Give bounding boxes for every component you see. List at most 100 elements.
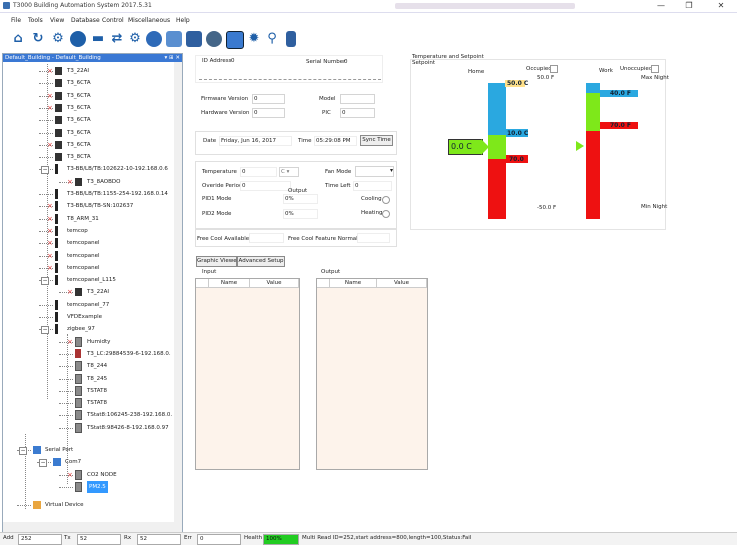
phone-icon[interactable] xyxy=(286,31,296,47)
tree-item[interactable]: − Serial Port xyxy=(3,444,173,456)
monitor-icon[interactable] xyxy=(186,31,202,47)
gear-icon[interactable]: ✹ xyxy=(246,31,262,47)
pid2-label: PID2 Mode xyxy=(202,211,232,217)
heating-radio[interactable] xyxy=(382,210,390,218)
menu-view[interactable]: View xyxy=(50,17,64,24)
expand-toggle-icon[interactable]: − xyxy=(41,277,49,286)
tree-item[interactable]: × T3_6CTA xyxy=(3,139,173,151)
menu-miscellaneous[interactable]: Miscellaneous xyxy=(128,17,170,24)
tree-item[interactable]: T8_244 xyxy=(3,360,173,372)
scan-icon[interactable]: ⚙ xyxy=(50,31,66,47)
fanmode-select[interactable]: ▾ xyxy=(355,166,394,177)
serial-port-icon xyxy=(33,446,41,454)
heating-label: Heating xyxy=(361,210,383,216)
tree-item[interactable]: T3_8CTA xyxy=(3,151,173,163)
tree-item[interactable]: × temcop xyxy=(3,225,173,237)
rx-value: 52 xyxy=(137,534,181,545)
unit-select[interactable]: C ▾ xyxy=(279,167,299,177)
tree-connector xyxy=(39,194,53,195)
disconnect-icon[interactable]: ▬ xyxy=(90,31,106,47)
offline-icon: × xyxy=(47,239,53,248)
health-value: 100% xyxy=(263,534,299,545)
tree-item[interactable]: × T3-BB/LB/TB-SN:102637 xyxy=(3,200,173,212)
tree-item[interactable]: T3_LC:29884539-6-192.168.0. xyxy=(3,348,173,360)
tree-item[interactable]: T3-BB/LB/TB:1155-254-192.168.0.14 xyxy=(3,188,173,200)
graphic-viewer-button[interactable]: Graphic Viewer xyxy=(196,256,239,267)
expand-toggle-icon[interactable]: − xyxy=(19,447,27,455)
expand-toggle-icon[interactable]: − xyxy=(41,166,49,175)
menu-tools[interactable]: Tools xyxy=(28,17,43,24)
tree-item[interactable]: PM2.5 xyxy=(3,480,173,493)
tree-item[interactable]: Virtual Device xyxy=(3,499,173,511)
advanced-setup-button[interactable]: Advanced Setup xyxy=(237,256,285,267)
tree-item[interactable]: × T3_6CTA xyxy=(3,90,173,102)
tree-item[interactable]: − Com7 xyxy=(3,456,173,468)
tree-item[interactable]: TStat8:98426-8-192.168.0.97 xyxy=(3,422,173,434)
tree-item[interactable]: − T3-BB/LB/TB:102622-10-192.168.0.6 xyxy=(3,163,173,175)
close-button[interactable]: ✕ xyxy=(710,1,732,11)
tree-item[interactable]: × T3_22AI xyxy=(3,286,173,298)
tree-item[interactable]: × temcopanel xyxy=(3,250,173,262)
pic-label: PIC xyxy=(322,110,331,116)
tree-item[interactable]: temcopanel_77 xyxy=(3,299,173,311)
tree-item[interactable]: VFDExample xyxy=(3,311,173,323)
tree-item-label: TStat8:106245-238-192.168.0. xyxy=(87,412,173,419)
tree-item[interactable]: TSTAT8 xyxy=(3,397,173,409)
date-field: Friday, Jun 16, 2017 xyxy=(219,136,292,146)
tree-item[interactable]: × temcopanel xyxy=(3,262,173,274)
menu-control[interactable]: Control xyxy=(102,17,124,24)
tree-item[interactable]: × Humidty xyxy=(3,336,173,348)
minimize-button[interactable]: — xyxy=(650,1,672,11)
device-icon xyxy=(55,324,58,335)
tree-item[interactable]: × T3_22AI xyxy=(3,65,173,77)
tree-item[interactable]: − temcopanel_L115 xyxy=(3,274,173,286)
tree-item[interactable]: × T3_6CTA xyxy=(3,102,173,114)
input-title: Input xyxy=(202,269,217,275)
tree-item[interactable]: × CO2 NODE xyxy=(3,469,173,481)
maximize-button[interactable]: ❐ xyxy=(678,1,700,11)
tree-item-label: temcopanel xyxy=(67,240,100,247)
tree-item[interactable]: T3_6CTA xyxy=(3,114,173,126)
transfer-icon[interactable]: ⇄ xyxy=(109,31,125,47)
unoccupied-checkbox[interactable] xyxy=(651,65,659,73)
tree-item-label: T8_ARM_31 xyxy=(67,215,99,222)
refresh-icon[interactable]: ↻ xyxy=(30,31,46,47)
cooling-radio[interactable] xyxy=(382,196,390,204)
pin-icon[interactable]: ▾ ⊞ ✕ xyxy=(165,54,180,62)
tree-scrollbar[interactable] xyxy=(174,62,182,532)
menu-help[interactable]: Help xyxy=(176,17,190,24)
search-icon[interactable]: ⚲ xyxy=(264,31,280,47)
expand-toggle-icon[interactable]: − xyxy=(41,326,49,335)
freecool-available-label: Free Cool Available xyxy=(197,236,250,242)
tree-item[interactable]: T8_245 xyxy=(3,373,173,385)
connect-icon[interactable] xyxy=(70,31,86,47)
tree-item[interactable]: × T3_8AOBDO xyxy=(3,176,173,188)
screen-icon[interactable] xyxy=(206,31,222,47)
tree-item[interactable]: × T8_ARM_31 xyxy=(3,213,173,225)
building-icon[interactable]: ⌂ xyxy=(10,31,26,47)
sync-time-button[interactable]: Sync Time xyxy=(360,135,393,146)
tree-item[interactable]: − zigbee_97 xyxy=(3,323,173,335)
tree-item-label: temcopanel xyxy=(67,252,100,259)
tree-item[interactable]: TStat8:106245-238-192.168.0. xyxy=(3,409,173,421)
occupied-checkbox[interactable] xyxy=(550,65,558,73)
database-icon[interactable] xyxy=(166,31,182,47)
input-table[interactable]: Name Value xyxy=(195,278,300,470)
tree-item[interactable]: T3_6CTA xyxy=(3,127,173,139)
output-table[interactable]: Name Value xyxy=(316,278,428,470)
network-icon[interactable] xyxy=(146,31,162,47)
freecool-feature-label: Free Cool Feature Normal xyxy=(288,236,358,242)
config-icon[interactable] xyxy=(226,31,244,49)
status-bar: Add 252 Tx 52 Rx 52 Err 0 Health 100% Mu… xyxy=(0,532,737,545)
expand-toggle-icon[interactable]: − xyxy=(39,459,47,468)
settings-icon[interactable]: ⚙ xyxy=(127,31,143,47)
hardware-label: Hardware Version xyxy=(201,110,250,116)
tree-item[interactable]: TSTAT8 xyxy=(3,385,173,397)
menu-database[interactable]: Database xyxy=(71,17,100,24)
pid1-label: PID1 Mode xyxy=(202,196,232,202)
tree-hscrollbar[interactable] xyxy=(3,522,174,532)
menu-file[interactable]: File xyxy=(11,17,21,24)
tree-item[interactable]: × temcopanel xyxy=(3,237,173,249)
tree-item[interactable]: T3_6CTA xyxy=(3,77,173,89)
device-icon xyxy=(55,103,62,112)
